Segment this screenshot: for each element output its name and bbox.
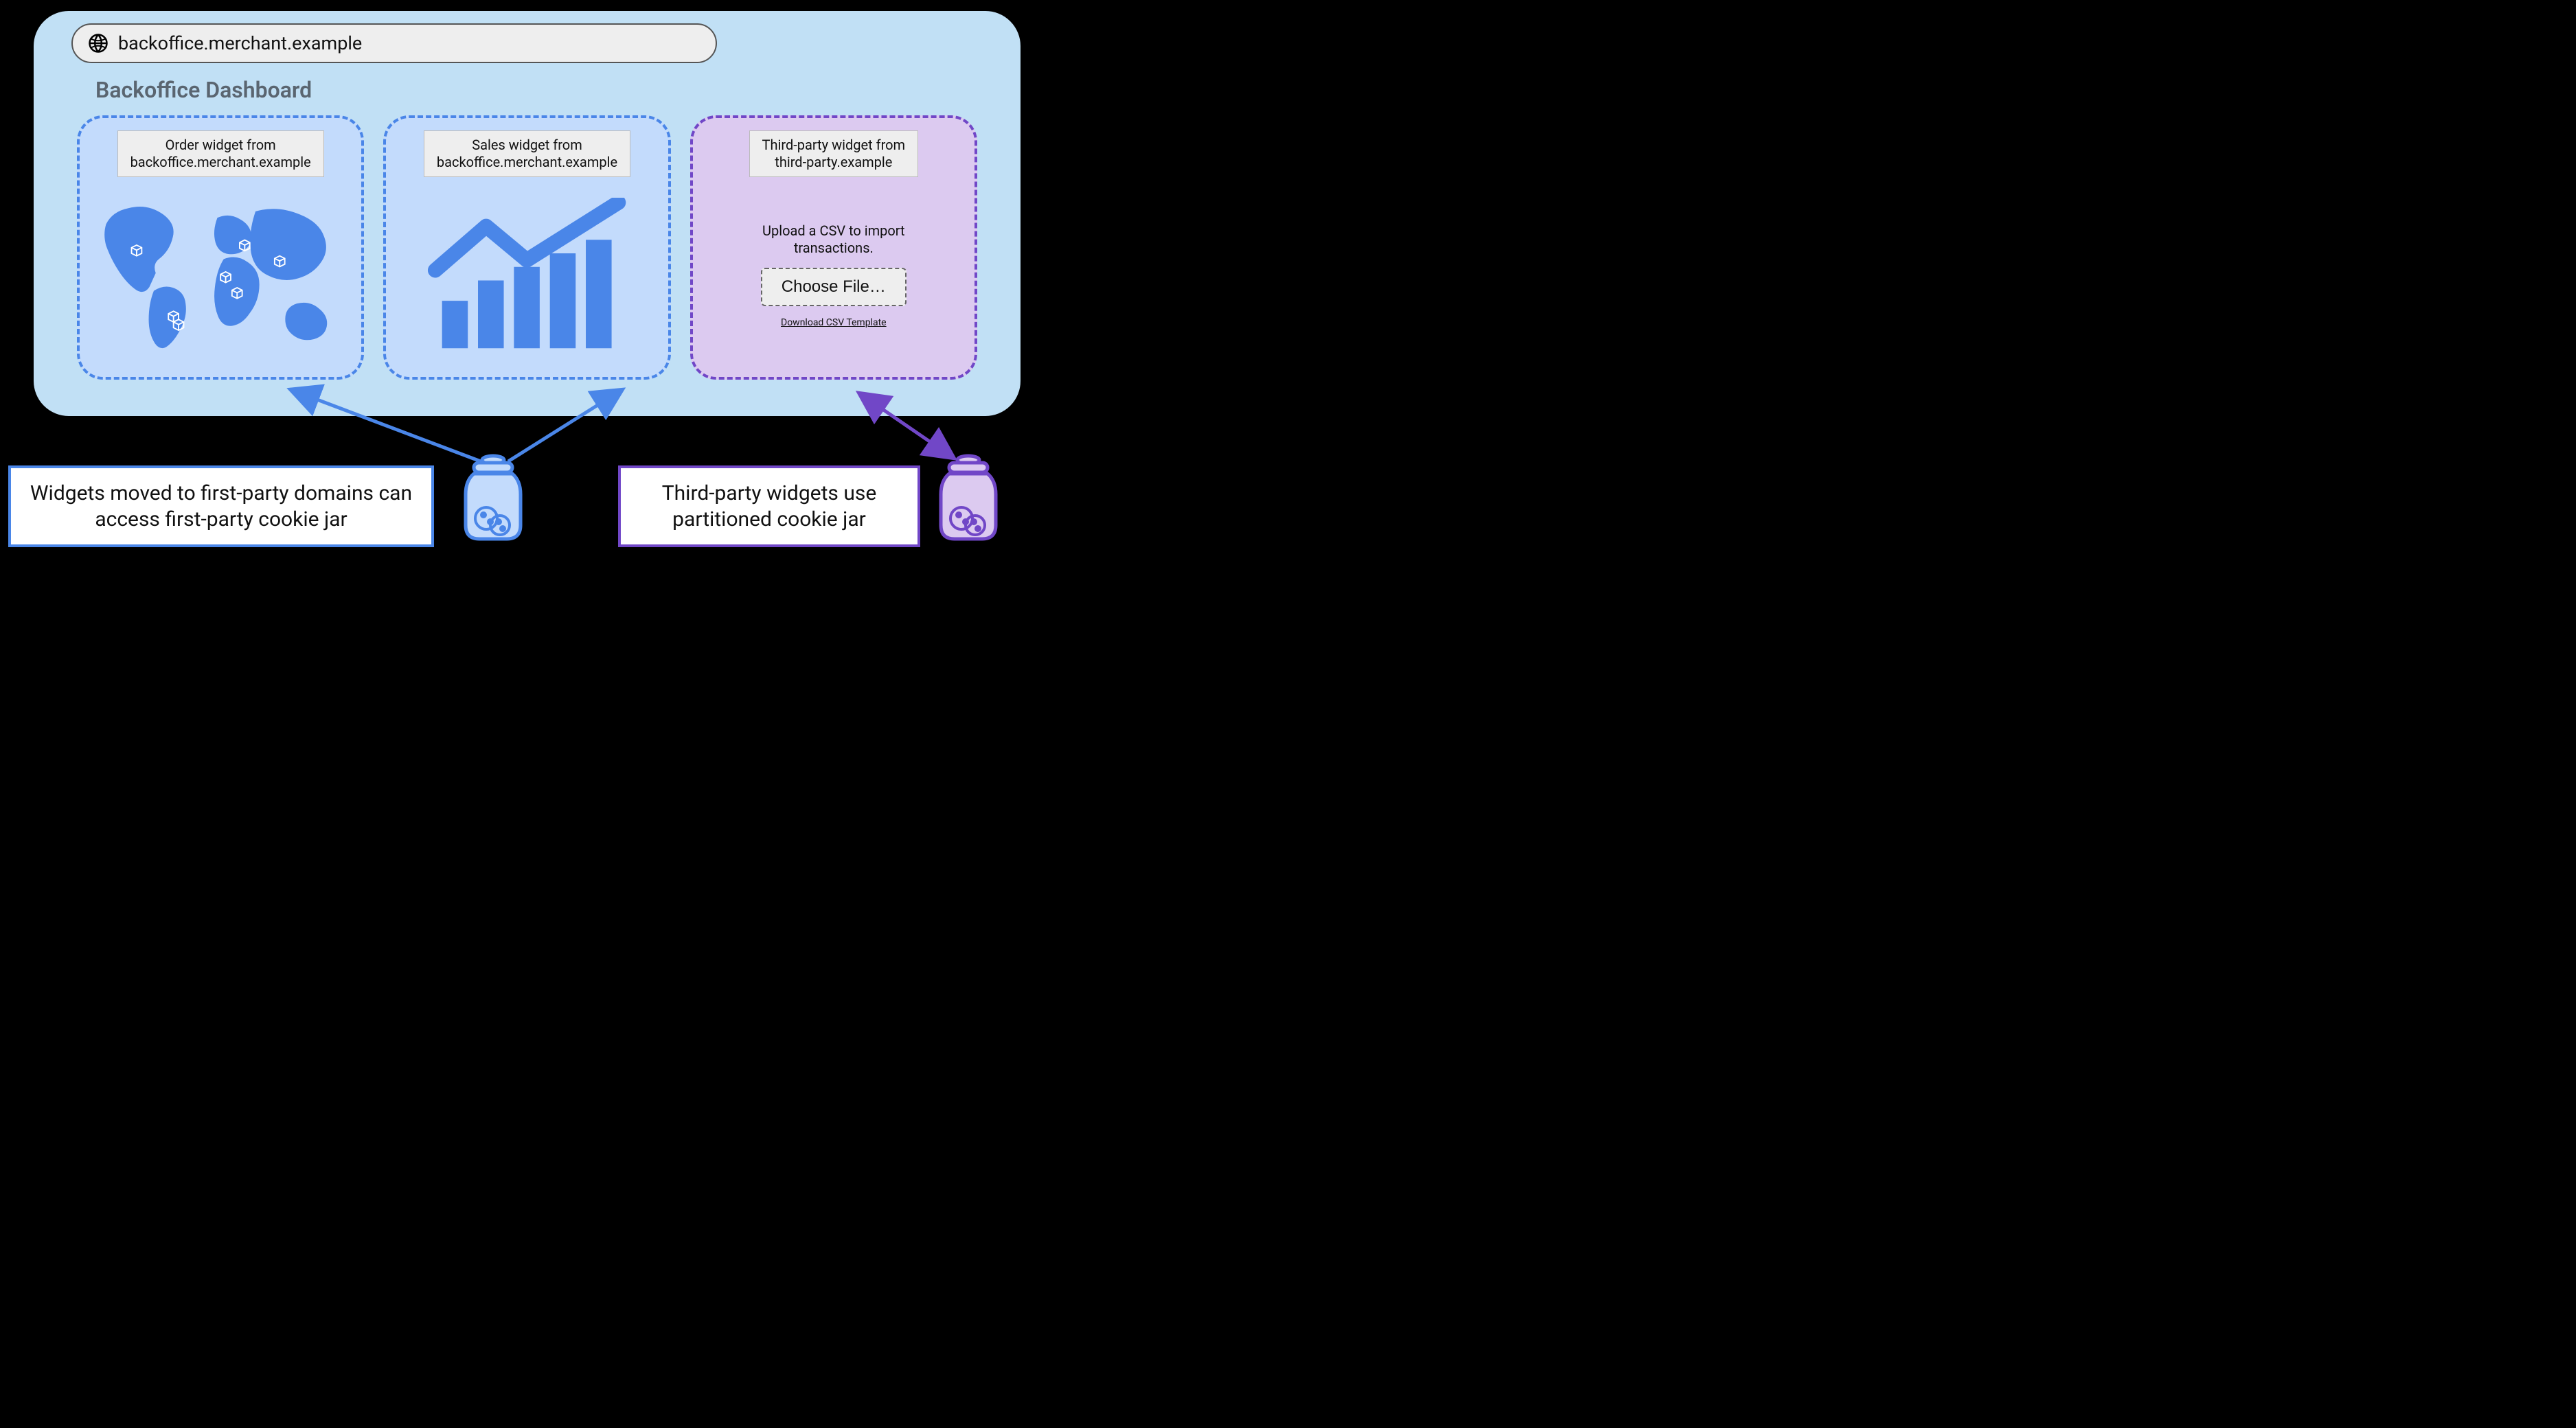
sales-widget: Sales widget from backoffice.merchant.ex… xyxy=(383,115,670,380)
widgets-row: Order widget from backoffice.merchant.ex… xyxy=(71,115,983,380)
address-bar-text: backoffice.merchant.example xyxy=(118,32,362,54)
world-map-icon xyxy=(93,187,347,363)
third-party-cookie-jar-icon xyxy=(934,453,1003,546)
order-widget: Order widget from backoffice.merchant.ex… xyxy=(77,115,364,380)
third-party-widget-label: Third-party widget from third-party.exam… xyxy=(749,130,919,177)
browser-window: backoffice.merchant.example Backoffice D… xyxy=(31,8,1023,419)
first-party-cookie-jar-icon xyxy=(459,453,527,546)
first-party-caption: Widgets moved to first-party domains can… xyxy=(8,465,434,547)
bar-chart-icon xyxy=(425,198,628,363)
address-bar[interactable]: backoffice.merchant.example xyxy=(71,23,717,63)
third-party-caption: Third-party widgets use partitioned cook… xyxy=(618,465,920,547)
page-title: Backoffice Dashboard xyxy=(95,77,983,103)
order-widget-label: Order widget from backoffice.merchant.ex… xyxy=(117,130,324,177)
download-template-link[interactable]: Download CSV Template xyxy=(781,317,887,328)
globe-icon xyxy=(88,33,109,54)
sales-widget-label: Sales widget from backoffice.merchant.ex… xyxy=(424,130,630,177)
third-party-widget: Third-party widget from third-party.exam… xyxy=(690,115,977,380)
choose-file-button[interactable]: Choose File… xyxy=(761,268,907,306)
upload-instruction: Upload a CSV to import transactions. xyxy=(744,222,923,257)
